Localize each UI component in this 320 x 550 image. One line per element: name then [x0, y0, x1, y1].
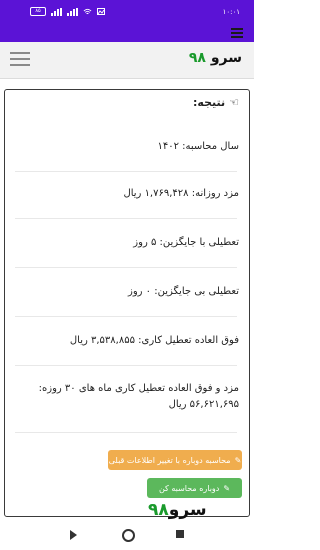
pencil-icon: ✎ [223, 483, 231, 493]
signal-icon-2 [67, 7, 78, 16]
status-bar: ۸۵ ۱۰:۰۱ [0, 0, 254, 24]
divider [15, 365, 237, 366]
divider [15, 432, 237, 433]
divider [15, 267, 237, 268]
top-strip [0, 24, 254, 42]
result-year: سال محاسبه: ۱۴۰۲ [157, 141, 239, 152]
brand-logo[interactable]: سرو ۹۸ [189, 50, 242, 66]
result-daily-wage: مزد روزانه: ۱,۷۶۹,۴۲۸ ریال [123, 188, 239, 199]
divider [15, 316, 237, 317]
clock: ۱۰:۰۱ [222, 8, 240, 16]
result-title: ☜ نتیجه: [193, 96, 239, 109]
home-icon[interactable] [122, 529, 135, 542]
watermark-name: سرو [168, 500, 207, 520]
result-holiday-overtime: فوق العاده تعطیل کاری: ۳,۵۳۸,۸۵۵ ریال [69, 335, 239, 346]
divider [15, 218, 237, 219]
brand-number: ۹۸ [188, 50, 206, 66]
pencil-icon: ✎ [234, 455, 242, 465]
result-holiday-without-substitute: تعطیلی بی جایگزین: ۰ روز [128, 286, 239, 297]
result-monthly-total: مزد و فوق العاده تعطیل کاری ماه های ۳۰ ر… [38, 383, 239, 410]
watermark-logo: سرو۹۸ [148, 500, 207, 520]
hamburger-icon[interactable] [10, 52, 30, 66]
recent-apps-icon[interactable] [176, 530, 184, 538]
watermark-number: ۹۸ [148, 500, 169, 520]
recalculate-label: دوباره محاسبه کن [158, 483, 220, 493]
image-icon [97, 8, 105, 15]
recalculate-with-changes-button[interactable]: ✎ محاسبه دوباره با تغییر اطلاعات قبلی [108, 450, 242, 470]
status-icons: ۸۵ [30, 7, 105, 16]
brand-name: سرو [210, 50, 242, 66]
result-title-text: نتیجه: [193, 96, 226, 109]
wifi-icon [83, 8, 92, 14]
result-holiday-with-substitute: تعطیلی با جایگزین: ۵ روز [133, 237, 239, 248]
recalculate-button[interactable]: ✎ دوباره محاسبه کن [147, 478, 242, 498]
battery-icon: ۸۵ [30, 7, 46, 16]
hamburger-icon[interactable] [231, 28, 243, 40]
divider [15, 171, 237, 172]
system-navigation-bar [0, 520, 254, 550]
recalculate-with-changes-label: محاسبه دوباره با تغییر اطلاعات قبلی [108, 455, 231, 465]
back-icon[interactable] [70, 530, 77, 540]
signal-icon [51, 7, 62, 16]
hand-pointer-icon: ☜ [229, 96, 239, 109]
navbar: سرو ۹۸ [0, 42, 254, 79]
